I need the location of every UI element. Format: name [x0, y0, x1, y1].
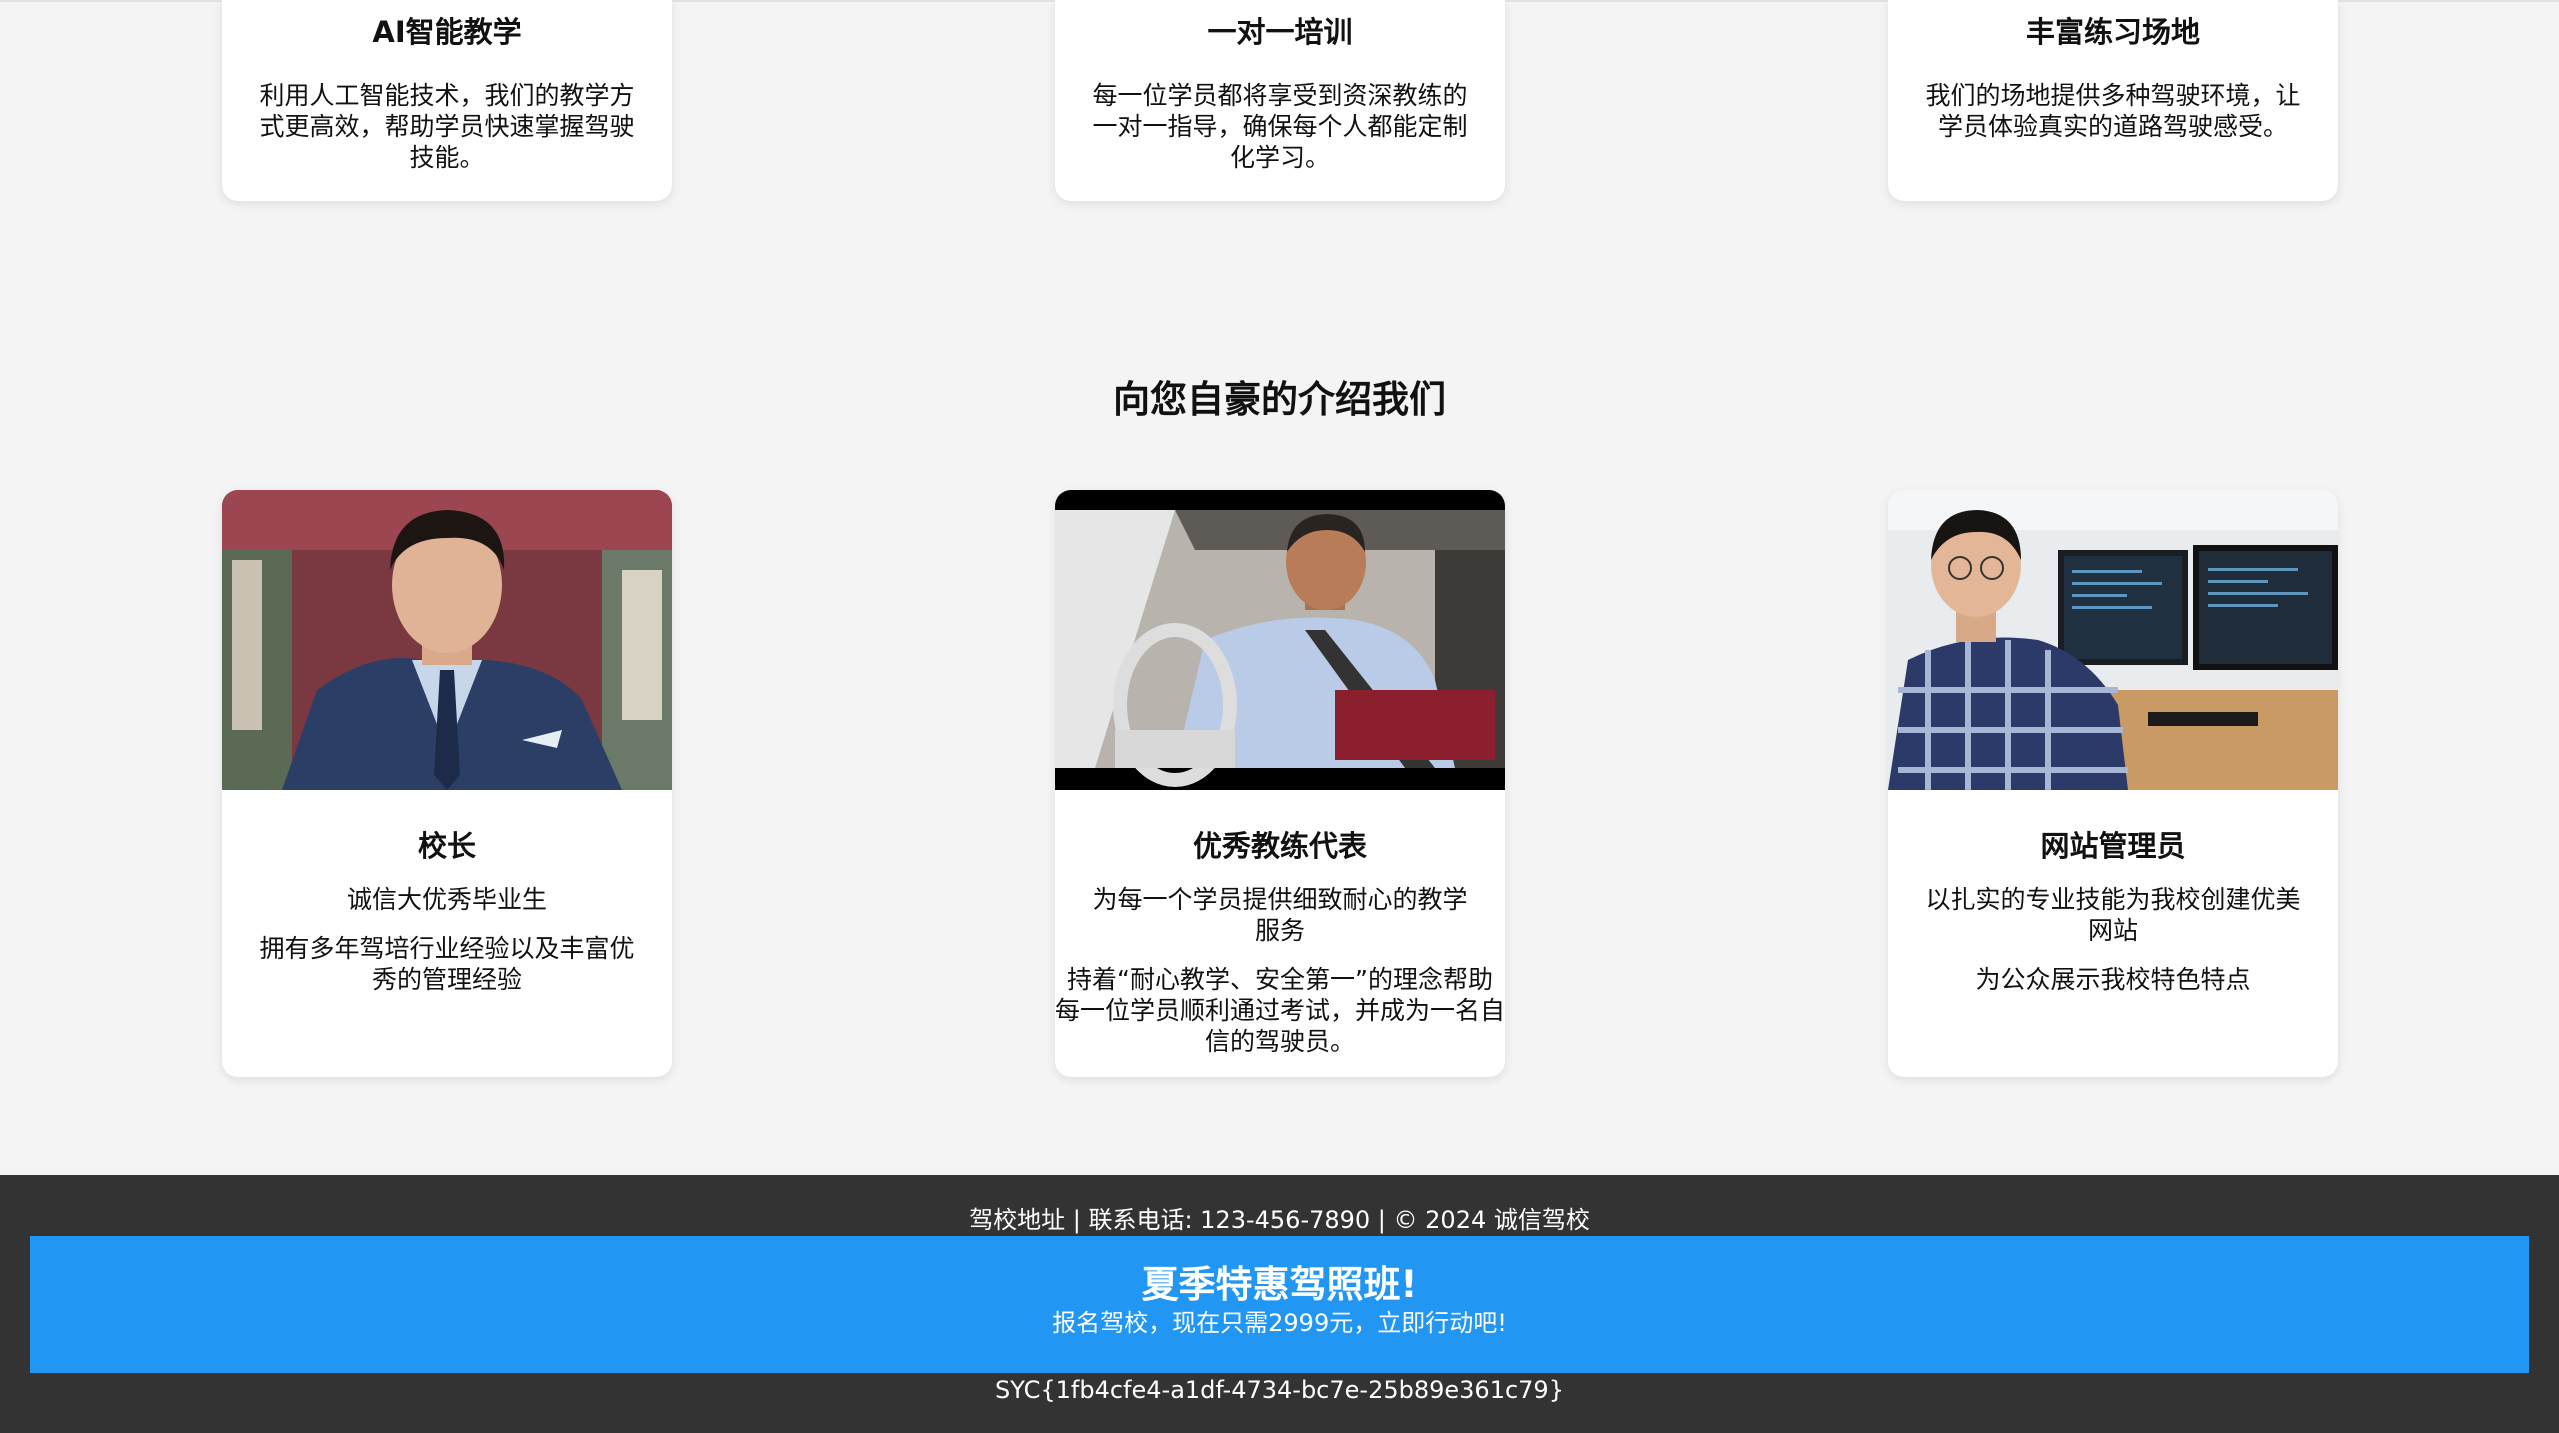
principal-photo	[222, 490, 672, 790]
member-line1: 为每一个学员提供细致耐心的教学服务	[1092, 885, 1468, 945]
feature-card-one-on-one: 一对一培训 每一位学员都将享受到资深教练的一对一指导，确保每个人都能定制化学习。	[1055, 0, 1505, 201]
flag-text: SYC{1fb4cfe4-a1df-4734-bc7e-25b89e361c79…	[995, 1376, 1564, 1404]
member-line1: 诚信大优秀毕业生	[346, 885, 547, 914]
member-line2: 为公众展示我校特色特点	[1975, 965, 2251, 994]
promo-banner[interactable]: 夏季特惠驾照班! 报名驾校，现在只需2999元，立即行动吧!	[30, 1236, 2529, 1373]
promo-title: 夏季特惠驾照班!	[1141, 1263, 1418, 1306]
team-card-principal: 校长 诚信大优秀毕业生 拥有多年驾培行业经验以及丰富优秀的管理经验	[222, 490, 672, 1077]
feature-card-practice-field: 丰富练习场地 我们的场地提供多种驾驶环境，让学员体验真实的道路驾驶感受。	[1888, 0, 2338, 201]
member-line2: 持着“耐心教学、安全第一”的理念帮助每一位学员顺利通过考试，并成为一名自信的驾驶…	[1055, 965, 1505, 1056]
member-line2: 拥有多年驾培行业经验以及丰富优秀的管理经验	[259, 934, 635, 994]
feature-title: 丰富练习场地	[2025, 15, 2200, 49]
feature-description: 每一位学员都将享受到资深教练的一对一指导，确保每个人都能定制化学习。	[1092, 81, 1468, 172]
webmaster-photo	[1888, 490, 2338, 790]
team-section-title: 向您自豪的介绍我们	[1113, 378, 1446, 421]
footer-contact-info: 驾校地址 | 联系电话: 123-456-7890 | © 2024 诚信驾校	[969, 1206, 1590, 1234]
feature-description: 利用人工智能技术，我们的教学方式更高效，帮助学员快速掌握驾驶技能。	[259, 81, 635, 172]
promo-text: 报名驾校，现在只需2999元，立即行动吧!	[1052, 1309, 1507, 1337]
footer: 驾校地址 | 联系电话: 123-456-7890 | © 2024 诚信驾校 …	[0, 1175, 2559, 1433]
member-line1: 以扎实的专业技能为我校创建优美网站	[1925, 885, 2301, 945]
feature-card-ai: AI智能教学 利用人工智能技术，我们的教学方式更高效，帮助学员快速掌握驾驶技能。	[222, 0, 672, 201]
team-card-coach: 优秀教练代表 为每一个学员提供细致耐心的教学服务 持着“耐心教学、安全第一”的理…	[1055, 490, 1505, 1077]
feature-title: AI智能教学	[372, 15, 522, 49]
coach-photo	[1055, 490, 1505, 790]
member-role: 优秀教练代表	[1192, 829, 1367, 863]
member-role: 校长	[417, 829, 476, 863]
member-role: 网站管理员	[2040, 829, 2186, 863]
feature-title: 一对一培训	[1207, 15, 1353, 49]
feature-description: 我们的场地提供多种驾驶环境，让学员体验真实的道路驾驶感受。	[1925, 81, 2301, 141]
team-card-webmaster: 网站管理员 以扎实的专业技能为我校创建优美网站 为公众展示我校特色特点	[1888, 490, 2338, 1077]
